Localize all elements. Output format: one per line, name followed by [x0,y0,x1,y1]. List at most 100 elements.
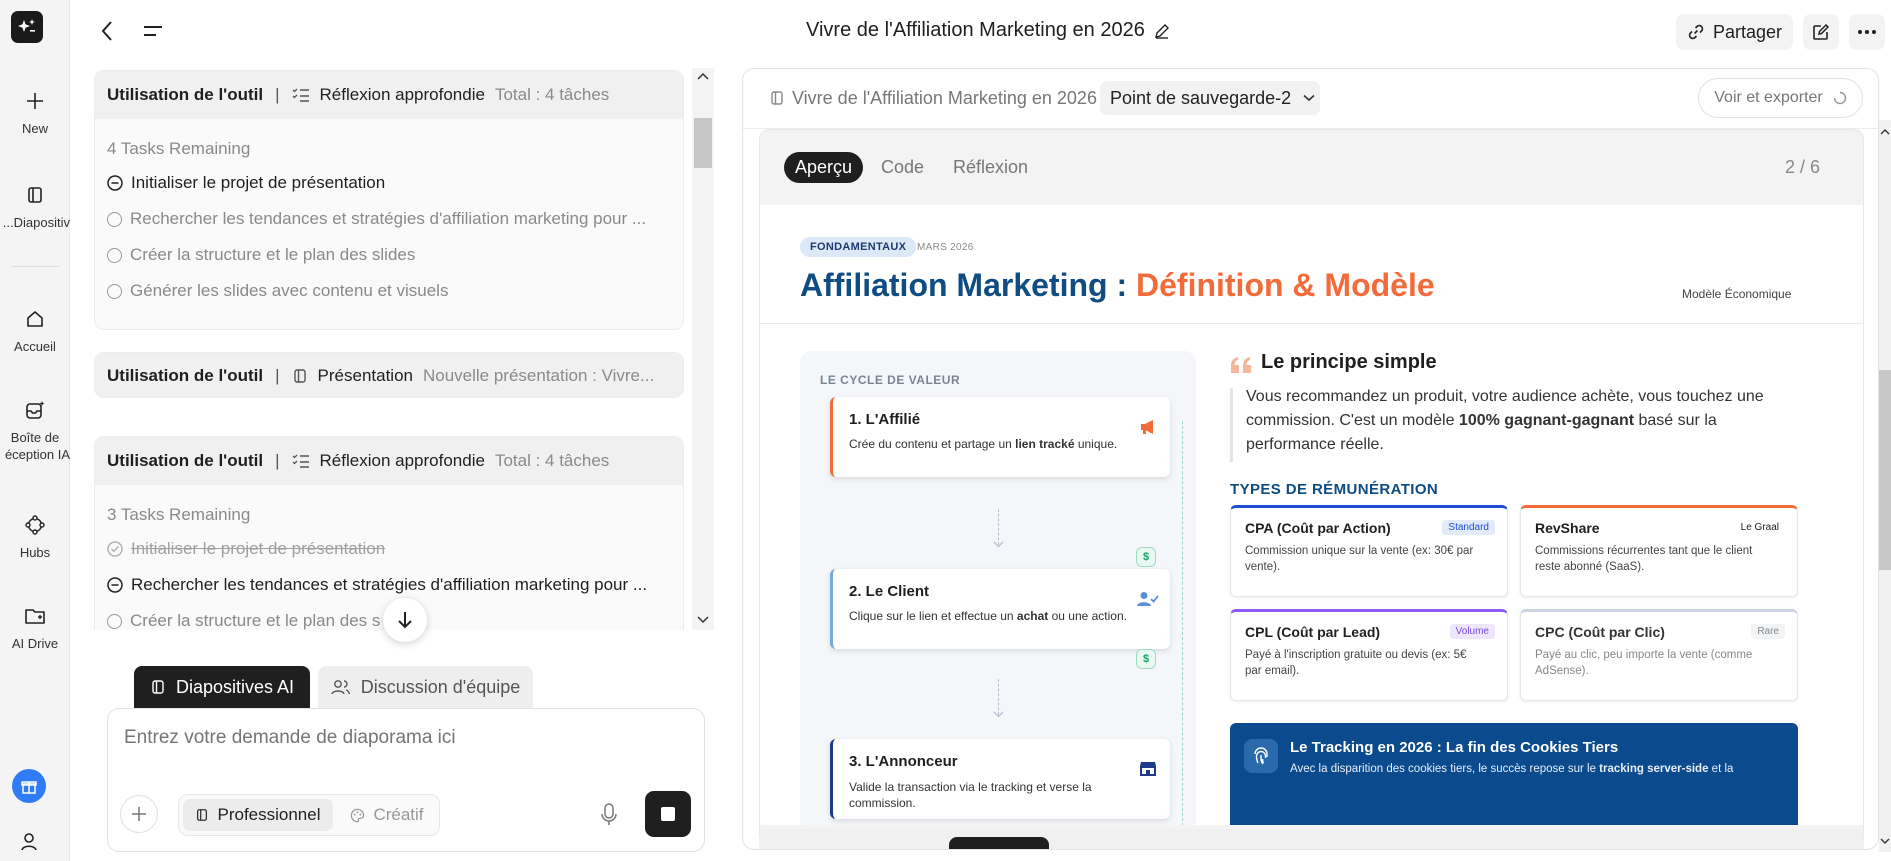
types-label: TYPES DE RÉMUNÉRATION [1230,481,1439,498]
user-avatar-icon[interactable] [18,830,40,852]
scroll-up-icon[interactable] [1880,128,1890,135]
tab-team-discussion-label: Discussion d'équipe [360,676,521,697]
style-professional-option[interactable]: Professionnel [183,799,333,831]
preview-scrollbar[interactable] [1879,120,1891,852]
tool-card-header[interactable]: Utilisation de l'outil | Présentation No… [95,353,683,397]
task-item: Rechercher les tendances et stratégies d… [95,567,683,603]
money-icon: $ [1136,649,1156,669]
gift-icon[interactable] [12,769,46,803]
new-note-icon[interactable] [1803,14,1839,50]
slide-viewer: Aperçu Code Réflexion 2 / 6 FONDAMENTAUX… [759,129,1864,849]
task-text: Créer la structure et le plan des s [130,611,381,630]
check-circle-icon [107,541,123,557]
more-options-icon[interactable] [1849,14,1885,50]
tab-team-discussion[interactable]: Discussion d'équipe [318,666,533,708]
checkpoint-dropdown[interactable]: Point de sauvegarde-2 [1100,81,1320,115]
nav-drive-label: AI Drive [11,636,59,651]
money-icon: $ [1136,547,1156,567]
chat-history: Utilisation de l'outil | Réflexion appro… [94,70,684,630]
chevron-down-icon [1303,94,1315,102]
tab-slides-ai-label: Diapositives AI [175,676,295,697]
slide-title-part-2: Définition & Modèle [1136,267,1435,303]
scrollbar-thumb[interactable] [1879,370,1891,570]
flow-arrow-icon [993,541,1004,548]
pending-circle-icon [107,283,122,299]
nav-slides[interactable]: Diapositiv... [0,182,70,231]
cycle-label: LE CYCLE DE VALEUR [820,373,961,387]
tool-card-header[interactable]: Utilisation de l'outil | Réflexion appro… [95,437,683,485]
nav-drive[interactable]: AI Drive [0,603,70,652]
task-item: Rechercher les tendances et stratégies d… [95,201,683,237]
style-selector: Professionnel Créatif [178,794,440,836]
scroll-to-bottom-button[interactable] [383,598,427,642]
principle-text: Vous recommandez un produit, votre audie… [1246,388,1764,453]
nav-hubs[interactable]: Hubs [0,512,70,561]
step-card-advertiser: 3. L'Annonceur Valide la transaction via… [830,739,1170,819]
nav-new-label: New [21,121,48,136]
style-professional-label: Professionnel [217,805,321,824]
step-title: 2. Le Client [849,583,930,600]
next-slide-tab[interactable] [949,837,1049,849]
scroll-up-icon[interactable] [697,72,709,80]
palette-icon [350,808,365,823]
view-export-button[interactable]: Voir et exporter [1698,78,1863,118]
nav-inbox[interactable]: Boîte de éception IA [0,397,70,463]
tool-card-2[interactable]: Utilisation de l'outil | Présentation No… [94,352,684,398]
flow-connector [998,509,999,545]
tab-reflection[interactable]: Réflexion [953,157,1028,178]
tool-label: Utilisation de l'outil [107,85,264,104]
scrollbar-thumb[interactable] [694,118,712,168]
share-label: Partager [1712,21,1783,42]
back-arrow-icon[interactable] [94,18,120,44]
inbox-icon [22,397,48,423]
microphone-icon[interactable] [600,803,618,827]
style-creative-option[interactable]: Créatif [339,799,435,831]
add-attachment-button[interactable] [120,795,158,833]
preview-doc-title: Vivre de l'Affiliation Marketing en 2026 [792,88,1097,108]
nav-home[interactable]: Accueil [0,306,70,355]
app-logo-icon[interactable] [11,11,43,43]
type-card-cpl: CPL (Coût par Lead) Volume Payé à l'insc… [1230,609,1508,701]
tab-code[interactable]: Code [881,157,924,178]
step-title: 3. L'Annonceur [849,753,958,770]
task-item: Créer la structure et le plan des slides [95,237,683,273]
header-title-wrap: Vivre de l'Affiliation Marketing en 2026 [806,19,1171,42]
pencil-edit-icon[interactable] [1153,22,1171,40]
type-tag: Standard [1442,520,1495,535]
stop-button[interactable] [645,791,691,837]
folder-icon [22,603,48,629]
scroll-down-icon[interactable] [1880,838,1890,845]
task-item: Générer les slides avec contenu et visue… [95,273,683,309]
tool-card-header[interactable]: Utilisation de l'outil | Réflexion appro… [95,71,683,119]
plus-icon [22,88,48,114]
type-name: CPC (Coût par Clic) [1535,624,1665,640]
left-nav: New Diapositiv... Accueil Boîte de écept… [0,0,70,861]
task-item: Initialiser le projet de présentation [95,165,683,201]
slide-badge: FONDAMENTAUX [800,237,917,257]
tab-slides-ai[interactable]: Diapositives AI [134,666,310,708]
menu-icon[interactable] [140,18,166,44]
plus-icon [132,807,146,821]
nav-new[interactable]: New [0,88,70,137]
type-desc: Payé au clic, peu importe la vente (comm… [1535,649,1753,677]
slide-title-part-1: Affiliation Marketing : [800,267,1136,303]
tracking-title: Le Tracking en 2026 : La fin des Cookies… [1290,739,1619,756]
tab-preview[interactable]: Aperçu [784,152,863,183]
task-text: Rechercher les tendances et stratégies d… [130,209,647,228]
hubs-icon [22,512,48,538]
prompt-input[interactable] [124,723,684,753]
share-button[interactable]: Partager [1676,14,1793,50]
type-tag: Rare [1751,624,1785,639]
checklist-icon [292,453,310,469]
step-desc: Clique sur le lien et effectue un achat … [849,609,1127,623]
slide-subtitle-right: Modèle Économique [1682,287,1792,301]
task-item: Initialiser le projet de présentation [95,531,683,567]
scroll-down-icon[interactable] [697,616,709,624]
slides-icon [292,368,308,384]
type-tag: Le Graal [1740,522,1779,533]
nav-inbox-label-1: Boîte de [10,430,60,445]
tracking-text: Avec la disparition des cookies tiers, l… [1290,763,1734,775]
chat-scrollbar[interactable] [692,68,714,630]
principle-quote-bar [1230,388,1233,462]
nav-home-label: Accueil [14,339,56,354]
